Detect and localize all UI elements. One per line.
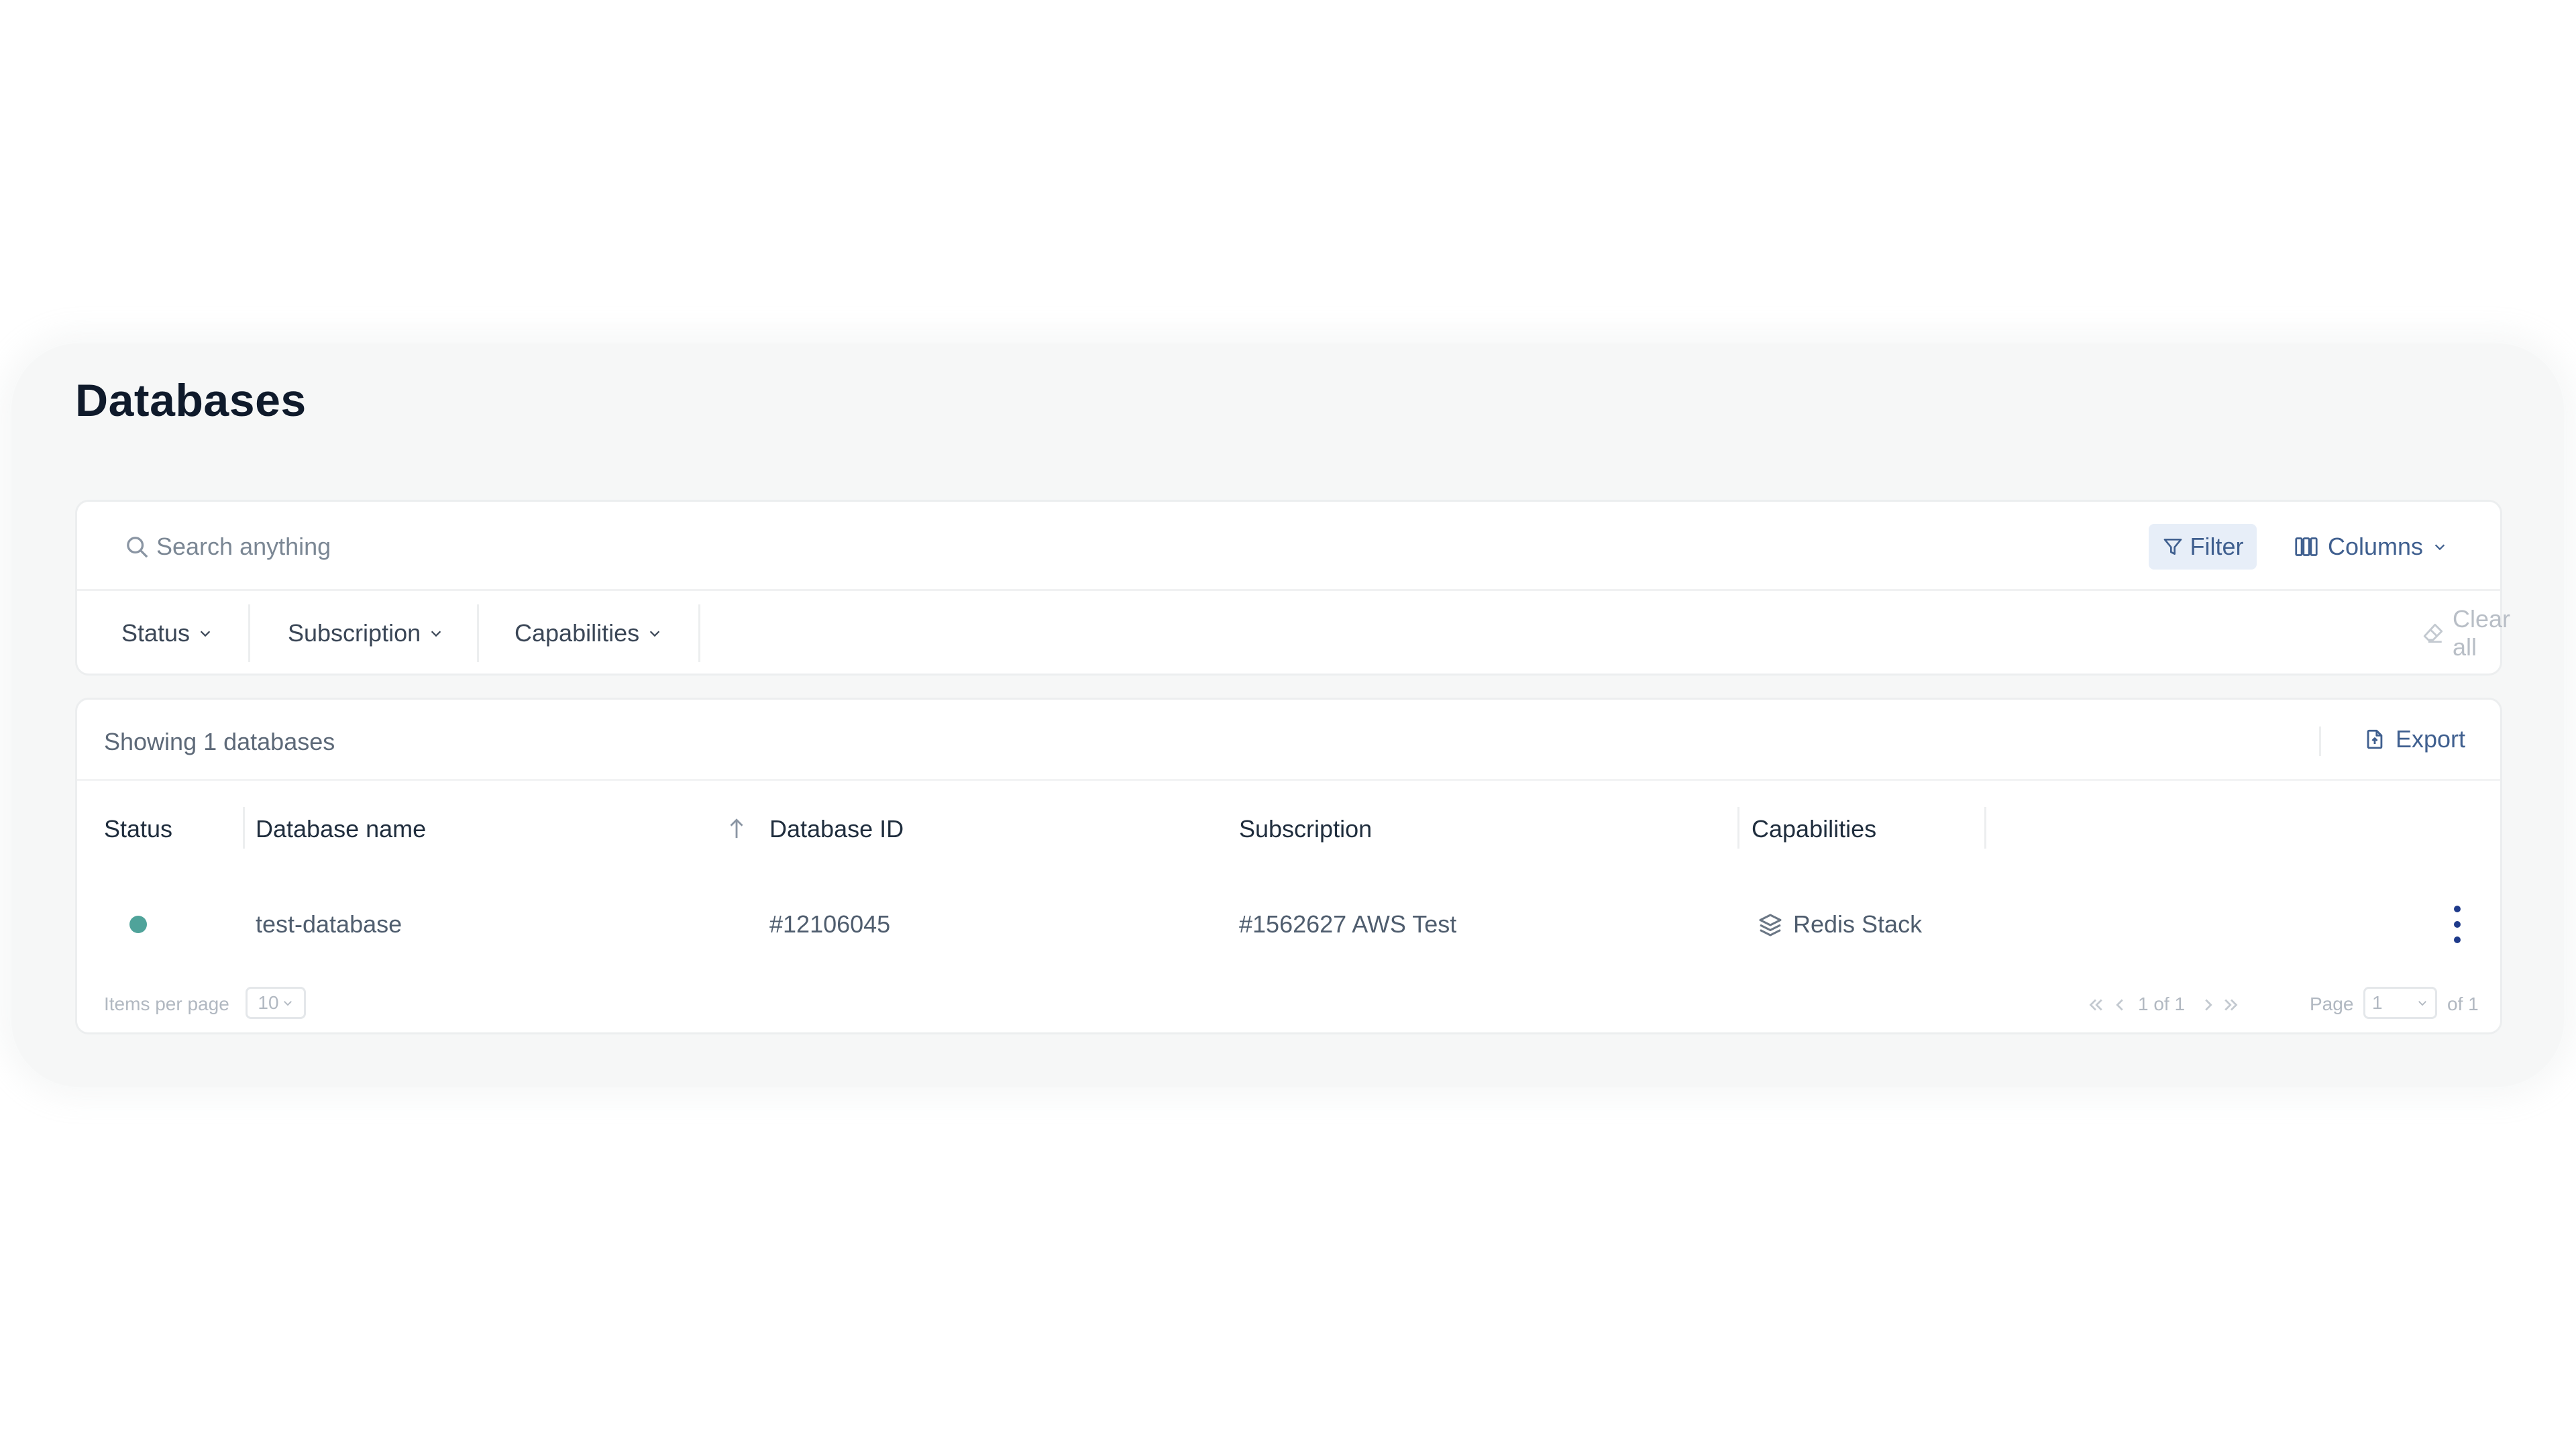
page-total: of 1 [2447,994,2479,1014]
results-summary: Showing 1 databases [104,728,335,755]
cell-capabilities: Redis Stack [1793,910,1923,938]
export-divider [2319,727,2321,756]
export-icon [2363,728,2386,751]
facet-status-label: Status [121,619,191,647]
chevron-down-icon [429,626,443,641]
page-select-value: 1 [2372,992,2383,1013]
chevron-down-icon [647,626,662,641]
facet-divider [477,604,479,662]
facet-capabilities[interactable]: Capabilities [515,591,662,676]
first-page-icon[interactable] [2086,995,2106,1015]
cell-subscription: #1562627 AWS Test [1239,910,1457,938]
column-header-database-name[interactable]: Database name [256,815,426,843]
facet-capabilities-label: Capabilities [515,619,640,647]
cell-database-id: #12106045 [769,910,891,938]
clear-all-label: Clear all [2453,605,2511,661]
search-filter-card: Filter Columns Status Subscription [75,500,2510,676]
databases-table-card: Showing 1 databases Export Status Databa… [75,698,2502,1034]
column-divider [1984,807,1986,849]
columns-button[interactable]: Columns [2294,524,2462,570]
facet-subscription[interactable]: Subscription [288,591,443,676]
export-button[interactable]: Export [2363,725,2465,753]
status-indicator-active [129,916,147,933]
items-per-page-label: Items per page [104,994,229,1014]
chevron-down-icon [198,626,213,641]
facet-divider [248,604,250,662]
chevron-down-icon [2416,997,2428,1009]
column-divider [1737,807,1739,849]
search-row: Filter Columns [77,502,2500,591]
column-header-subscription[interactable]: Subscription [1239,815,1372,843]
search-icon [124,534,151,561]
facet-status[interactable]: Status [121,591,213,676]
row-actions-menu-icon[interactable] [2449,906,2465,943]
clear-all-button[interactable]: Clear all [2422,591,2510,676]
column-header-status[interactable]: Status [104,815,172,843]
page-label: Page [2310,994,2354,1014]
facet-subscription-label: Subscription [288,619,421,647]
last-page-icon[interactable] [2221,995,2241,1015]
filter-label: Filter [2190,533,2244,560]
cell-database-name[interactable]: test-database [256,910,402,938]
columns-icon [2294,536,2318,557]
filter-button[interactable]: Filter [2149,524,2257,570]
column-divider [243,807,245,849]
header-divider [77,779,2500,781]
search-input[interactable] [156,525,1364,569]
filter-icon [2162,536,2184,557]
facet-divider [698,604,700,662]
eraser-icon [2422,622,2445,645]
page-title: Databases [75,375,307,426]
chevron-down-icon [282,997,294,1009]
chevron-down-icon [2432,539,2447,554]
sort-ascending-icon[interactable] [725,815,748,842]
redis-stack-icon [1757,912,1784,938]
items-per-page-select[interactable]: 10 [246,987,306,1019]
next-page-icon[interactable] [2198,995,2218,1015]
columns-label: Columns [2328,533,2424,560]
previous-page-icon[interactable] [2110,995,2130,1015]
column-header-database-id[interactable]: Database ID [769,815,904,843]
page-range-text: 1 of 1 [2138,994,2186,1014]
page-select[interactable]: 1 [2363,987,2437,1019]
export-label: Export [2396,725,2466,753]
facet-row: Status Subscription Capabilities Clear a… [77,591,2510,676]
items-per-page-value: 10 [258,992,279,1013]
column-header-capabilities[interactable]: Capabilities [1752,815,1876,843]
